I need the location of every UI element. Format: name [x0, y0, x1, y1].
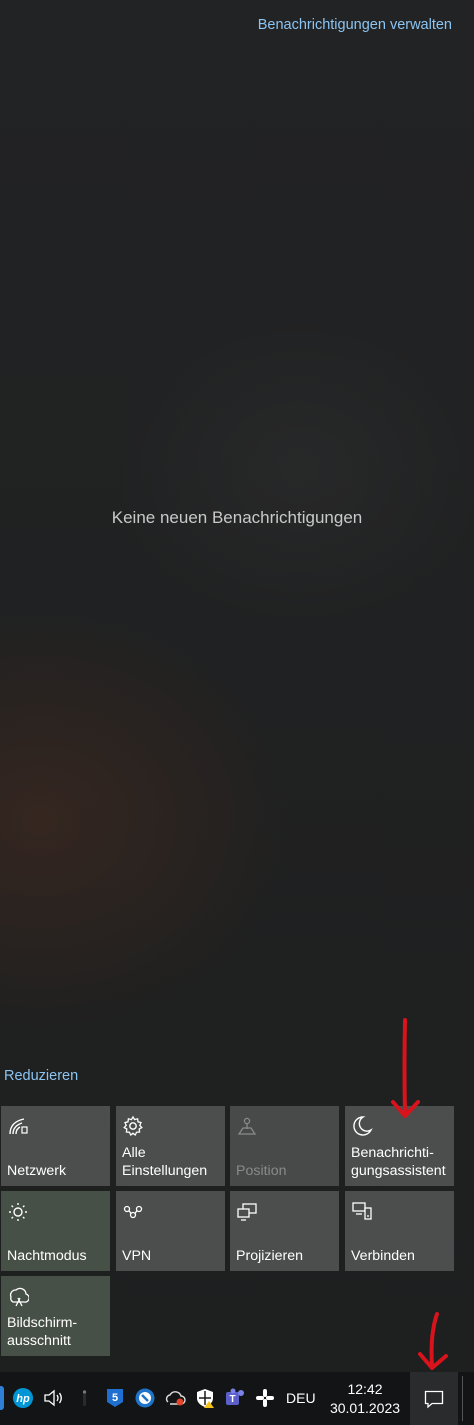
quick-action-label: Netzwerk — [7, 1163, 67, 1179]
show-desktop-button[interactable] — [462, 1376, 463, 1421]
quick-action-label: Verbinden — [351, 1248, 415, 1264]
taskbar: hp 5 T DEU 12:42 30.01.2023 — [0, 1372, 474, 1425]
collapse-quick-actions-link[interactable]: Reduzieren — [4, 1068, 78, 1084]
svg-text:5: 5 — [112, 1392, 118, 1404]
action-center-icon — [424, 1390, 444, 1409]
svg-text:T: T — [229, 1394, 235, 1405]
action-center-button[interactable] — [410, 1372, 458, 1425]
globe-app-icon[interactable] — [134, 1387, 156, 1409]
quick-action-label: VPN — [122, 1248, 152, 1264]
hp-icon[interactable]: hp — [12, 1387, 34, 1409]
teams-icon[interactable]: T — [224, 1387, 246, 1409]
quick-action-vpn[interactable]: VPN — [116, 1191, 225, 1271]
taskbar-clock[interactable]: 12:42 30.01.2023 — [326, 1380, 404, 1418]
network-icon — [9, 1118, 28, 1135]
app-edge-indicator — [0, 1386, 4, 1410]
quick-action-screen-snip[interactable]: Bildschirm- ausschnitt — [1, 1276, 110, 1356]
action-center-panel: Benachrichtigungen verwalten Keine neuen… — [0, 0, 474, 1372]
clock-time: 12:42 — [347, 1381, 383, 1397]
slim-app-icon[interactable] — [74, 1387, 96, 1409]
quick-action-label: Position — [236, 1163, 287, 1179]
moon-icon — [353, 1116, 373, 1136]
quick-action-label: Nachtmodus — [7, 1248, 87, 1264]
gear-icon — [123, 1115, 143, 1137]
quick-action-connect[interactable]: Verbinden — [345, 1191, 454, 1271]
quick-action-night-light[interactable]: Nachtmodus — [1, 1191, 110, 1271]
svg-text:hp: hp — [16, 1393, 30, 1405]
no-notifications-message: Keine neuen Benachrichtigungen — [111, 508, 363, 527]
s5-app-icon[interactable]: 5 — [104, 1387, 126, 1409]
location-icon — [237, 1117, 257, 1135]
slack-icon[interactable] — [254, 1387, 276, 1409]
annotation-arrow-action-center-button — [418, 1312, 448, 1370]
quick-action-all-settings[interactable]: Alle Einstellungen — [116, 1106, 225, 1186]
snip-icon — [9, 1287, 29, 1307]
connect-icon — [352, 1202, 372, 1220]
annotation-arrow-focus-assist — [391, 1018, 420, 1118]
clock-date: 30.01.2023 — [329, 1400, 401, 1416]
input-language-indicator[interactable]: DEU — [286, 1390, 316, 1406]
quick-action-label: Projizieren — [236, 1248, 304, 1264]
quick-action-location[interactable]: Position — [230, 1106, 339, 1186]
project-icon — [237, 1203, 257, 1221]
cloud-sync-icon[interactable] — [164, 1387, 186, 1409]
manage-notifications-link[interactable]: Benachrichtigungen verwalten — [258, 17, 452, 33]
vpn-icon — [123, 1205, 143, 1219]
quick-action-label: Benachrichti- gungsassistent — [351, 1145, 446, 1179]
sun-icon — [9, 1203, 27, 1221]
quick-action-project[interactable]: Projizieren — [230, 1191, 339, 1271]
volume-icon[interactable] — [42, 1387, 64, 1409]
quick-action-label: Bildschirm- ausschnitt — [7, 1315, 78, 1349]
quick-action-network[interactable]: Netzwerk — [1, 1106, 110, 1186]
quick-action-label: Alle Einstellungen — [122, 1145, 208, 1179]
security-shield-icon[interactable] — [194, 1387, 216, 1409]
